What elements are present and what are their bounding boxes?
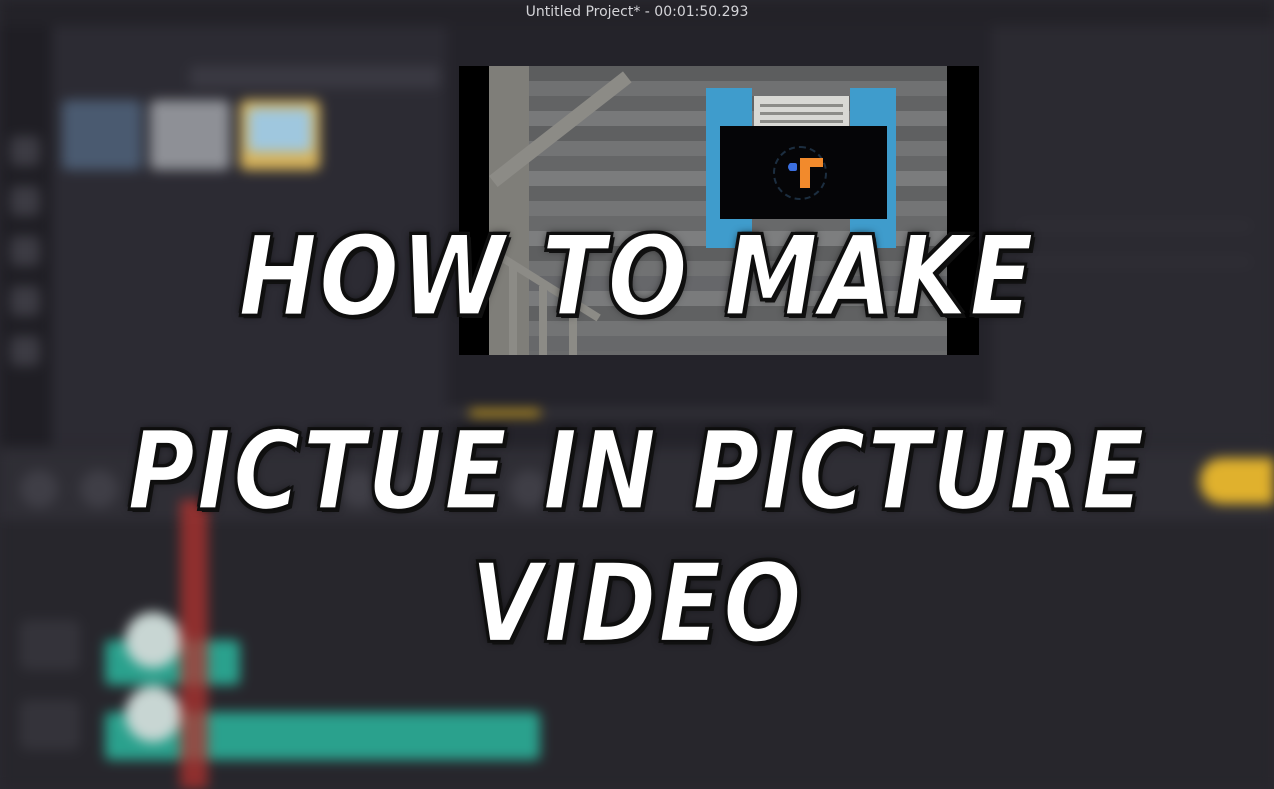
media-search-input[interactable] bbox=[190, 66, 440, 88]
headline-line-1: HOW TO MAKE bbox=[237, 212, 1036, 343]
window-title: Untitled Project* - 00:01:50.293 bbox=[525, 4, 749, 20]
headline-line-2: PICTUE IN PICTURE VIDEO bbox=[126, 407, 1147, 668]
media-thumbnail-selected[interactable] bbox=[240, 100, 320, 170]
media-thumbnail[interactable] bbox=[62, 100, 142, 170]
rail-icon[interactable] bbox=[10, 136, 40, 166]
clip-thumbnail bbox=[125, 686, 181, 742]
app-logo-icon bbox=[788, 158, 823, 188]
track-header[interactable] bbox=[20, 700, 80, 750]
media-thumbnail[interactable] bbox=[150, 100, 230, 170]
picture-in-picture-overlay[interactable] bbox=[720, 126, 887, 219]
